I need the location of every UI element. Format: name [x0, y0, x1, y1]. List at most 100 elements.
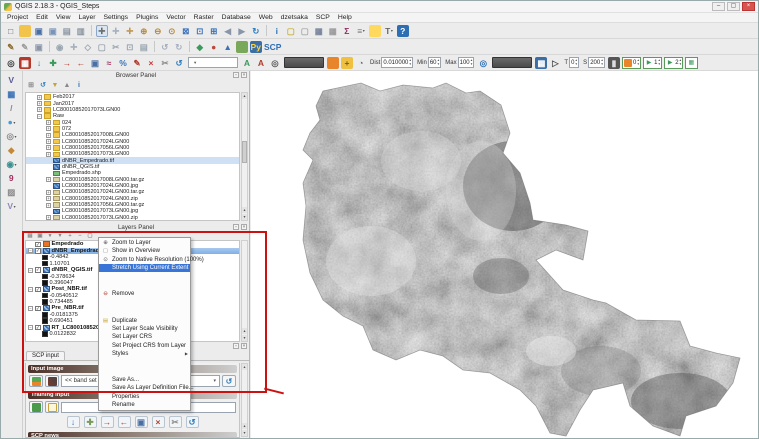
layer-expander-icon[interactable]: −	[28, 306, 33, 311]
collapse-all-icon[interactable]: −	[76, 233, 84, 240]
add-oracle-layer-icon[interactable]: ◆	[6, 144, 18, 156]
layer-expander-icon[interactable]: −	[28, 287, 33, 292]
current-edits-icon[interactable]: ✎	[5, 41, 17, 53]
zoom-to-selection-icon[interactable]: ⊡	[194, 25, 206, 37]
menu-item[interactable]: dzetsaka	[277, 14, 312, 21]
import-signature-icon[interactable]: →	[101, 416, 114, 428]
pan-to-selection-icon[interactable]: ✛	[110, 25, 122, 37]
tree-expander-icon[interactable]: +	[46, 196, 51, 201]
scp-plus-sign-icon[interactable]: A	[241, 57, 253, 69]
tree-expander-icon[interactable]: +	[37, 107, 42, 112]
close-panel-icon[interactable]: ×	[241, 343, 247, 349]
delete-signature-icon[interactable]: ×	[152, 416, 165, 428]
layer-visibility-checkbox[interactable]: ✓	[35, 267, 41, 273]
plugin-layer-icon[interactable]: ◆	[194, 41, 206, 53]
add-spatialite-layer-icon[interactable]: ◎▾	[6, 130, 18, 142]
help-contents-icon[interactable]: ?	[397, 25, 409, 37]
layer-visibility-checkbox[interactable]: ✓	[35, 248, 41, 254]
roi-dist-spin[interactable]: Dist 0.010000▴▾	[370, 57, 413, 68]
redo-icon[interactable]: ↻	[173, 41, 185, 53]
identify-features-icon[interactable]: i	[271, 25, 283, 37]
context-menu-item[interactable]: Styles ▶	[99, 350, 190, 358]
layer-expander-icon[interactable]	[28, 242, 33, 247]
scp-minus-sign-icon[interactable]: A	[255, 57, 267, 69]
preview-s-spin[interactable]: S 200▴▾	[583, 57, 605, 68]
tree-expander-icon[interactable]: +	[46, 215, 51, 220]
add-mssql-layer-icon[interactable]: ▨	[6, 186, 18, 198]
context-menu-item[interactable]: ⊕ Zoom to Layer	[99, 239, 190, 247]
export-signature-icon[interactable]: ←	[118, 416, 131, 428]
scp-export-icon[interactable]: ←	[75, 57, 87, 69]
scp-rgb-preview-icon[interactable]: ▦	[535, 57, 547, 69]
menu-item[interactable]: SCP	[312, 14, 334, 21]
save-project-as-icon[interactable]: ▣	[47, 25, 59, 37]
measure-icon[interactable]: ≡▾	[355, 25, 367, 37]
map-tips-icon[interactable]	[369, 25, 381, 37]
zoom-full-icon[interactable]: ⊠	[180, 25, 192, 37]
preview-t-spin[interactable]: T 0▴▾	[564, 57, 579, 68]
python-console-icon[interactable]: Py	[250, 41, 262, 53]
refresh-band-set-button[interactable]: ↺	[222, 375, 236, 387]
add-selected-layers-icon[interactable]: ⊞	[26, 81, 36, 91]
scp-delete-icon[interactable]: ×	[145, 57, 157, 69]
minimize-button[interactable]: –	[712, 2, 725, 11]
browser-tree-item[interactable]: + LC80010852017073LGN00.zip	[26, 215, 239, 221]
menu-item[interactable]: Layer	[74, 14, 99, 21]
scp-band-calc-icon[interactable]: ↺	[173, 57, 185, 69]
open-layer-styling-icon[interactable]: ▤	[26, 233, 34, 240]
layer-visibility-checkbox[interactable]: ✓	[35, 306, 41, 312]
scp-remove-preview-icon[interactable]: ▮	[608, 57, 620, 69]
new-print-composer-icon[interactable]: ▤	[61, 25, 73, 37]
context-menu-item[interactable]: Save As...	[99, 376, 190, 384]
tree-expander-icon[interactable]: +	[46, 203, 51, 208]
zoom-last-icon[interactable]: ◀	[222, 25, 234, 37]
open-training-input-button[interactable]	[29, 401, 43, 413]
zoom-native-resolution-icon[interactable]: ⊙	[166, 25, 178, 37]
context-menu-item[interactable]: Set Layer CRS	[99, 333, 190, 341]
input-raster-button[interactable]	[45, 375, 59, 387]
processing-toolbox-icon[interactable]: ▲	[222, 41, 234, 53]
tree-expander-icon[interactable]: +	[37, 95, 42, 100]
add-feature-icon[interactable]: ◉	[54, 41, 66, 53]
download-classification-icon[interactable]: ↓	[67, 416, 80, 428]
scp-preview-zoom-icon[interactable]: ◎	[269, 57, 281, 69]
context-menu-item[interactable]: ▤ Duplicate	[99, 316, 190, 324]
context-menu-item[interactable]: Set Project CRS from Layer	[99, 341, 190, 349]
band-2-spin[interactable]: ▶2▴▾	[664, 57, 683, 69]
open-project-icon[interactable]	[19, 25, 31, 37]
menu-item[interactable]: Project	[3, 14, 32, 21]
collapse-all-icon[interactable]: ▲	[62, 81, 72, 91]
float-panel-icon[interactable]: ▫	[233, 343, 239, 349]
new-project-icon[interactable]: □	[5, 25, 17, 37]
save-project-icon[interactable]: ▣	[33, 25, 45, 37]
close-panel-icon[interactable]: ×	[241, 224, 247, 230]
close-panel-icon[interactable]: ×	[241, 72, 247, 78]
scp-edit-icon[interactable]: ✎	[131, 57, 143, 69]
merge-signature-icon[interactable]: ✂	[169, 416, 182, 428]
add-vector-layer-icon[interactable]: V	[6, 74, 18, 86]
scp-temporal-icon[interactable]: ◔	[355, 57, 367, 69]
refresh-map-icon[interactable]: ↻	[250, 25, 262, 37]
tree-expander-icon[interactable]	[46, 158, 51, 163]
scp-scatter-plot-icon[interactable]: %	[117, 57, 129, 69]
menu-item[interactable]: Plugins	[132, 14, 162, 21]
tree-expander-icon[interactable]: +	[46, 120, 51, 125]
maximize-button[interactable]: ▢	[727, 2, 740, 11]
scp-tools-icon[interactable]: ✚	[47, 57, 59, 69]
cut-features-icon[interactable]: ✂	[110, 41, 122, 53]
scp-zoom-icon[interactable]: ◎	[5, 57, 17, 69]
select-features-icon[interactable]: ▢	[285, 25, 297, 37]
band-1-spin[interactable]: ▶1▴▾	[643, 57, 662, 69]
zoom-next-icon[interactable]: ▶	[236, 25, 248, 37]
tree-expander-icon[interactable]: −	[37, 114, 42, 119]
menu-item[interactable]: Edit	[32, 14, 52, 21]
tree-expander-icon[interactable]: +	[46, 126, 51, 131]
properties-widget-icon[interactable]: i	[74, 81, 84, 91]
add-wms-layer-icon[interactable]: ◉▾	[6, 158, 18, 170]
context-menu-item[interactable]: Set Layer Scale Visibility	[99, 325, 190, 333]
menu-item[interactable]: Raster	[190, 14, 218, 21]
scp-orange-roi-icon[interactable]	[327, 57, 339, 69]
tree-expander-icon[interactable]: +	[46, 190, 51, 195]
refresh-browser-icon[interactable]: ↺	[38, 81, 48, 91]
context-menu-item[interactable]: Properties	[99, 393, 190, 401]
